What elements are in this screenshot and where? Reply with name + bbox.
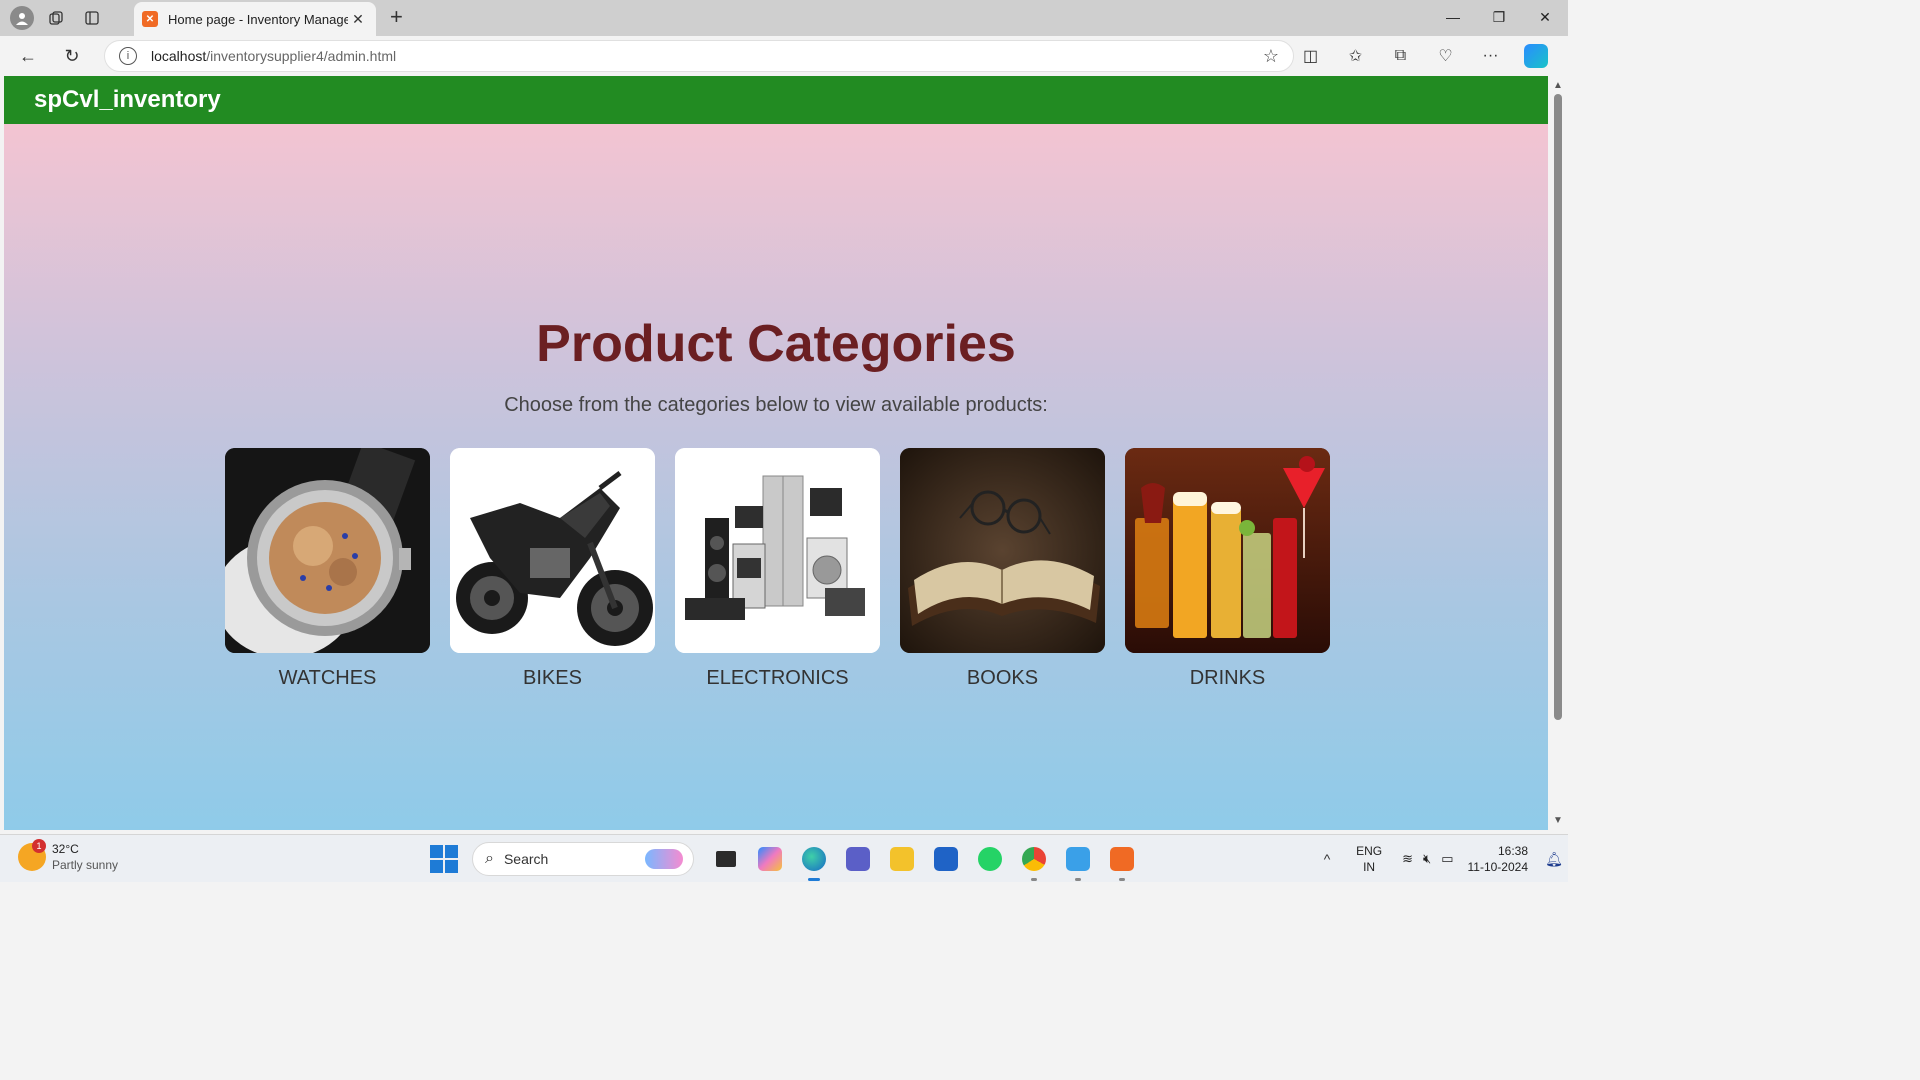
minimize-icon[interactable]: — [1430,0,1476,34]
site-brand[interactable]: spCvl_inventory [34,86,221,114]
page-title: Product Categories [536,315,1016,373]
category-grid: WATCHES BIKES ELECTRONICS BOOKS DRINKS [225,448,1330,690]
xampp-icon: ✕ [142,11,158,27]
category-card-watches[interactable]: WATCHES [225,448,430,690]
weather-temp: 32°C [52,842,79,856]
category-card-drinks[interactable]: DRINKS [1125,448,1330,690]
main-content: Product Categories Choose from the categ… [4,314,1548,417]
system-clock[interactable]: 16:38 11-10-2024 [1468,843,1529,875]
scroll-up-icon[interactable]: ▲ [1553,80,1563,91]
search-highlight-icon [645,849,683,869]
scroll-down-icon[interactable]: ▼ [1553,815,1563,826]
windows-start-icon[interactable] [430,845,458,873]
file-explorer-icon[interactable] [884,841,920,877]
profile-icon[interactable] [10,6,34,30]
url-bar[interactable]: i localhost/inventorysupplier4/admin.htm… [104,40,1294,72]
close-tab-icon[interactable]: ✕ [348,11,368,28]
page-scrollbar[interactable]: ▲ ▼ [1548,76,1568,830]
workspaces-icon[interactable] [42,4,70,32]
book-image[interactable] [900,448,1105,653]
category-card-bikes[interactable]: BIKES [450,448,655,690]
lang-code: ENG [1356,844,1383,858]
notifications-bell-icon[interactable]: 🔔︎ [1540,851,1568,868]
browser-tab-bar: ✕ Home page - Inventory Managem ✕ + — ❐ … [0,0,1568,36]
xampp-control-icon[interactable] [1104,841,1140,881]
input-language[interactable]: ENG IN [1356,843,1382,875]
search-icon: ⌕ [485,850,494,867]
split-screen-icon[interactable]: ◫ [1288,40,1333,72]
browser-essentials-icon[interactable]: ♡ [1423,40,1468,72]
close-window-icon[interactable]: ✕ [1522,0,1568,34]
volume-muted-icon[interactable]: 🔇︎ [1423,851,1431,867]
site-info-icon[interactable]: i [119,47,137,65]
teams-icon[interactable] [840,841,876,877]
notification-badge: 1 [32,839,46,853]
partly-sunny-icon: 1 [18,839,46,871]
task-view-icon[interactable] [708,841,744,877]
scroll-thumb[interactable] [1554,94,1562,720]
url-path: /inventorysupplier4/admin.html [206,48,397,64]
page-viewport: spCvl_inventory Product Categories Choos… [4,76,1548,830]
tab-actions-icon[interactable] [78,4,106,32]
search-placeholder: Search [503,851,549,867]
browser-tab-active[interactable]: ✕ Home page - Inventory Managem ✕ [134,2,376,36]
site-header: spCvl_inventory [4,76,1548,124]
collections-icon[interactable]: ⧉ [1378,40,1423,72]
motorcycle-image[interactable] [450,448,655,653]
cocktails-image[interactable] [1125,448,1330,653]
refresh-icon[interactable]: ↻ [54,38,90,74]
category-label[interactable]: BIKES [523,667,582,690]
favorites-icon[interactable]: ✩ [1333,40,1378,72]
notepad-icon[interactable] [1060,841,1096,881]
more-options-icon[interactable]: ··· [1468,40,1513,72]
address-toolbar: ← ↻ i localhost/inventorysupplier4/admin… [0,36,1568,76]
category-card-books[interactable]: BOOKS [900,448,1105,690]
category-card-electronics[interactable]: ELECTRONICS [675,448,880,690]
weather-widget[interactable]: 1 32°C Partly sunny [18,839,119,873]
whatsapp-icon[interactable] [972,841,1008,877]
category-label[interactable]: ELECTRONICS [706,667,848,690]
microsoft-store-icon[interactable] [928,841,964,877]
wifi-icon[interactable]: ≋ [1402,851,1413,867]
taskbar: 1 32°C Partly sunny ⌕ Search ^ ENG IN ≋ … [0,834,1568,882]
battery-icon[interactable]: ▭ [1441,851,1453,867]
category-label[interactable]: WATCHES [279,667,377,690]
show-hidden-icons-icon[interactable]: ^ [1312,851,1342,867]
taskbar-search[interactable]: ⌕ Search [472,842,694,876]
category-label[interactable]: BOOKS [967,667,1038,690]
lang-region: IN [1363,860,1376,874]
clock-date: 11-10-2024 [1467,860,1529,874]
edge-browser-icon[interactable] [796,841,832,881]
new-tab-icon[interactable]: + [390,4,403,30]
url-host: localhost [151,48,207,64]
weather-condition: Partly sunny [52,858,119,872]
page-subtitle: Choose from the categories below to view… [504,394,1048,416]
appliances-image[interactable] [675,448,880,653]
copilot-app-icon[interactable] [752,841,788,877]
tab-title: Home page - Inventory Managem [168,11,348,27]
watch-image[interactable] [225,448,430,653]
clock-time: 16:38 [1497,844,1528,858]
favorite-star-icon[interactable]: ☆ [1263,46,1279,67]
restore-icon[interactable]: ❐ [1476,0,1522,34]
chrome-icon[interactable] [1016,841,1052,881]
back-icon[interactable]: ← [10,38,46,74]
copilot-icon[interactable] [1513,40,1558,72]
category-label[interactable]: DRINKS [1190,667,1266,690]
